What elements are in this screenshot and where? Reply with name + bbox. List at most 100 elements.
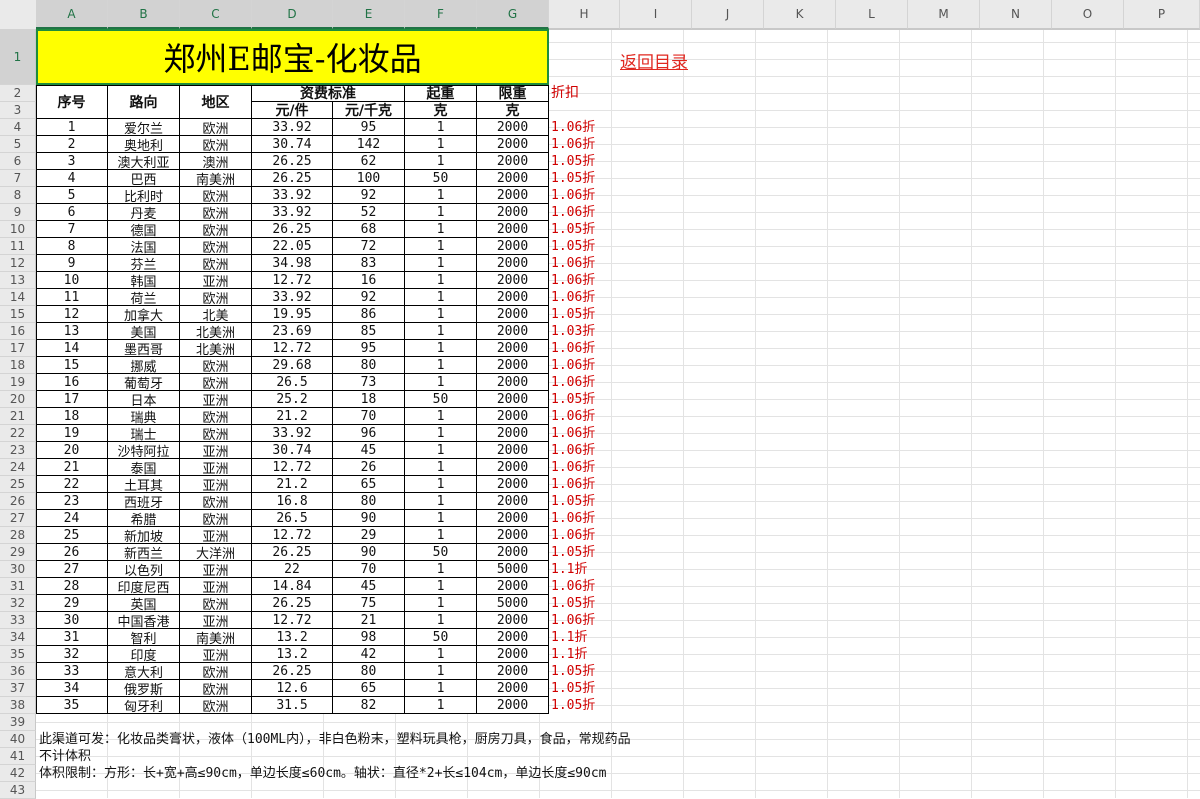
cell-limit-weight[interactable]: 2000 — [477, 238, 549, 255]
cell-route[interactable]: 挪威 — [108, 357, 180, 374]
row-header-32[interactable]: 32 — [0, 595, 36, 612]
note-line[interactable]: 不计体积 — [39, 748, 91, 765]
cell-limit-weight[interactable]: 2000 — [477, 187, 549, 204]
cell-limit-weight[interactable]: 2000 — [477, 629, 549, 646]
cell-per-kg[interactable]: 26 — [333, 459, 405, 476]
cell-limit-weight[interactable]: 2000 — [477, 306, 549, 323]
column-header-o[interactable]: O — [1052, 0, 1124, 29]
cell-per-item[interactable]: 13.2 — [252, 646, 333, 663]
cell-route[interactable]: 瑞士 — [108, 425, 180, 442]
cell-region[interactable]: 欧洲 — [180, 221, 252, 238]
cell-seq[interactable]: 20 — [36, 442, 108, 459]
row-header-10[interactable]: 10 — [0, 221, 36, 238]
cell-per-item[interactable]: 26.25 — [252, 221, 333, 238]
cell-seq[interactable]: 18 — [36, 408, 108, 425]
cell-route[interactable]: 印度尼西 — [108, 578, 180, 595]
row-header-15[interactable]: 15 — [0, 306, 36, 323]
row-header-12[interactable]: 12 — [0, 255, 36, 272]
cell-region[interactable]: 亚洲 — [180, 527, 252, 544]
cell-discount[interactable]: 1.06折 — [551, 272, 595, 289]
cell-seq[interactable]: 19 — [36, 425, 108, 442]
cell-per-kg[interactable]: 85 — [333, 323, 405, 340]
cell-per-item[interactable]: 22 — [252, 561, 333, 578]
cell-route[interactable]: 西班牙 — [108, 493, 180, 510]
cell-discount[interactable]: 1.03折 — [551, 323, 595, 340]
row-header-11[interactable]: 11 — [0, 238, 36, 255]
cell-per-item[interactable]: 25.2 — [252, 391, 333, 408]
cell-per-item[interactable]: 19.95 — [252, 306, 333, 323]
cell-seq[interactable]: 25 — [36, 527, 108, 544]
cell-limit-weight[interactable]: 5000 — [477, 561, 549, 578]
cell-seq[interactable]: 31 — [36, 629, 108, 646]
note-line[interactable]: 体积限制：方形：长+宽+高≤90cm，单边长度≤60cm。轴状：直径*2+长≤1… — [39, 765, 607, 782]
row-header-25[interactable]: 25 — [0, 476, 36, 493]
row-header-33[interactable]: 33 — [0, 612, 36, 629]
cell-region[interactable]: 欧洲 — [180, 663, 252, 680]
cell-limit-weight[interactable]: 2000 — [477, 442, 549, 459]
cell-route[interactable]: 日本 — [108, 391, 180, 408]
cell-region[interactable]: 欧洲 — [180, 510, 252, 527]
cell-seq[interactable]: 1 — [36, 119, 108, 136]
row-header-31[interactable]: 31 — [0, 578, 36, 595]
row-header-1[interactable]: 1 — [0, 29, 36, 85]
row-header-42[interactable]: 42 — [0, 765, 36, 782]
column-header-f[interactable]: F — [405, 0, 477, 29]
cell-seq[interactable]: 23 — [36, 493, 108, 510]
cell-discount[interactable]: 1.06折 — [551, 289, 595, 306]
cell-limit-weight[interactable]: 2000 — [477, 493, 549, 510]
cell-start-weight[interactable]: 1 — [405, 680, 477, 697]
cell-discount[interactable]: 1.06折 — [551, 119, 595, 136]
cell-discount[interactable]: 1.06折 — [551, 510, 595, 527]
cell-region[interactable]: 亚洲 — [180, 646, 252, 663]
row-header-30[interactable]: 30 — [0, 561, 36, 578]
select-all-corner[interactable] — [0, 0, 37, 30]
column-header-j[interactable]: J — [692, 0, 764, 29]
cell-seq[interactable]: 5 — [36, 187, 108, 204]
cell-seq[interactable]: 28 — [36, 578, 108, 595]
cell-route[interactable]: 新加坡 — [108, 527, 180, 544]
cell-per-item[interactable]: 26.25 — [252, 544, 333, 561]
cell-seq[interactable]: 30 — [36, 612, 108, 629]
cell-limit-weight[interactable]: 2000 — [477, 221, 549, 238]
cell-per-kg[interactable]: 80 — [333, 357, 405, 374]
cell-seq[interactable]: 12 — [36, 306, 108, 323]
note-line[interactable]: 此渠道可发：化妆品类膏状，液体（100ML内），非白色粉末，塑料玩具枪，厨房刀具… — [39, 731, 631, 748]
cell-seq[interactable]: 34 — [36, 680, 108, 697]
cell-start-weight[interactable]: 1 — [405, 289, 477, 306]
cell-per-kg[interactable]: 92 — [333, 187, 405, 204]
column-header-c[interactable]: C — [180, 0, 252, 29]
cell-seq[interactable]: 33 — [36, 663, 108, 680]
cell-route[interactable]: 法国 — [108, 238, 180, 255]
cell-discount[interactable]: 1.05折 — [551, 306, 595, 323]
cell-start-weight[interactable]: 1 — [405, 646, 477, 663]
cell-start-weight[interactable]: 1 — [405, 442, 477, 459]
cell-region[interactable]: 欧洲 — [180, 357, 252, 374]
row-header-43[interactable]: 43 — [0, 782, 36, 799]
cell-per-item[interactable]: 12.72 — [252, 612, 333, 629]
cell-limit-weight[interactable]: 2000 — [477, 272, 549, 289]
cell-region[interactable]: 欧洲 — [180, 595, 252, 612]
cell-discount[interactable]: 1.06折 — [551, 476, 595, 493]
row-header-34[interactable]: 34 — [0, 629, 36, 646]
column-header-g[interactable]: G — [477, 0, 549, 29]
row-header-24[interactable]: 24 — [0, 459, 36, 476]
column-header-a[interactable]: A — [36, 0, 108, 29]
cell-limit-weight[interactable]: 2000 — [477, 527, 549, 544]
cell-start-weight[interactable]: 1 — [405, 136, 477, 153]
cell-region[interactable]: 欧洲 — [180, 255, 252, 272]
cell-region[interactable]: 亚洲 — [180, 561, 252, 578]
row-header-6[interactable]: 6 — [0, 153, 36, 170]
cell-per-kg[interactable]: 45 — [333, 578, 405, 595]
cell-per-item[interactable]: 12.72 — [252, 340, 333, 357]
cell-route[interactable]: 奥地利 — [108, 136, 180, 153]
cell-route[interactable]: 新西兰 — [108, 544, 180, 561]
cell-limit-weight[interactable]: 2000 — [477, 357, 549, 374]
cell-per-kg[interactable]: 80 — [333, 663, 405, 680]
cell-region[interactable]: 欧洲 — [180, 289, 252, 306]
cell-discount[interactable]: 1.05折 — [551, 493, 595, 510]
cell-per-item[interactable]: 26.5 — [252, 510, 333, 527]
cell-region[interactable]: 欧洲 — [180, 119, 252, 136]
cell-seq[interactable]: 22 — [36, 476, 108, 493]
cell-route[interactable]: 荷兰 — [108, 289, 180, 306]
cell-route[interactable]: 沙特阿拉 — [108, 442, 180, 459]
